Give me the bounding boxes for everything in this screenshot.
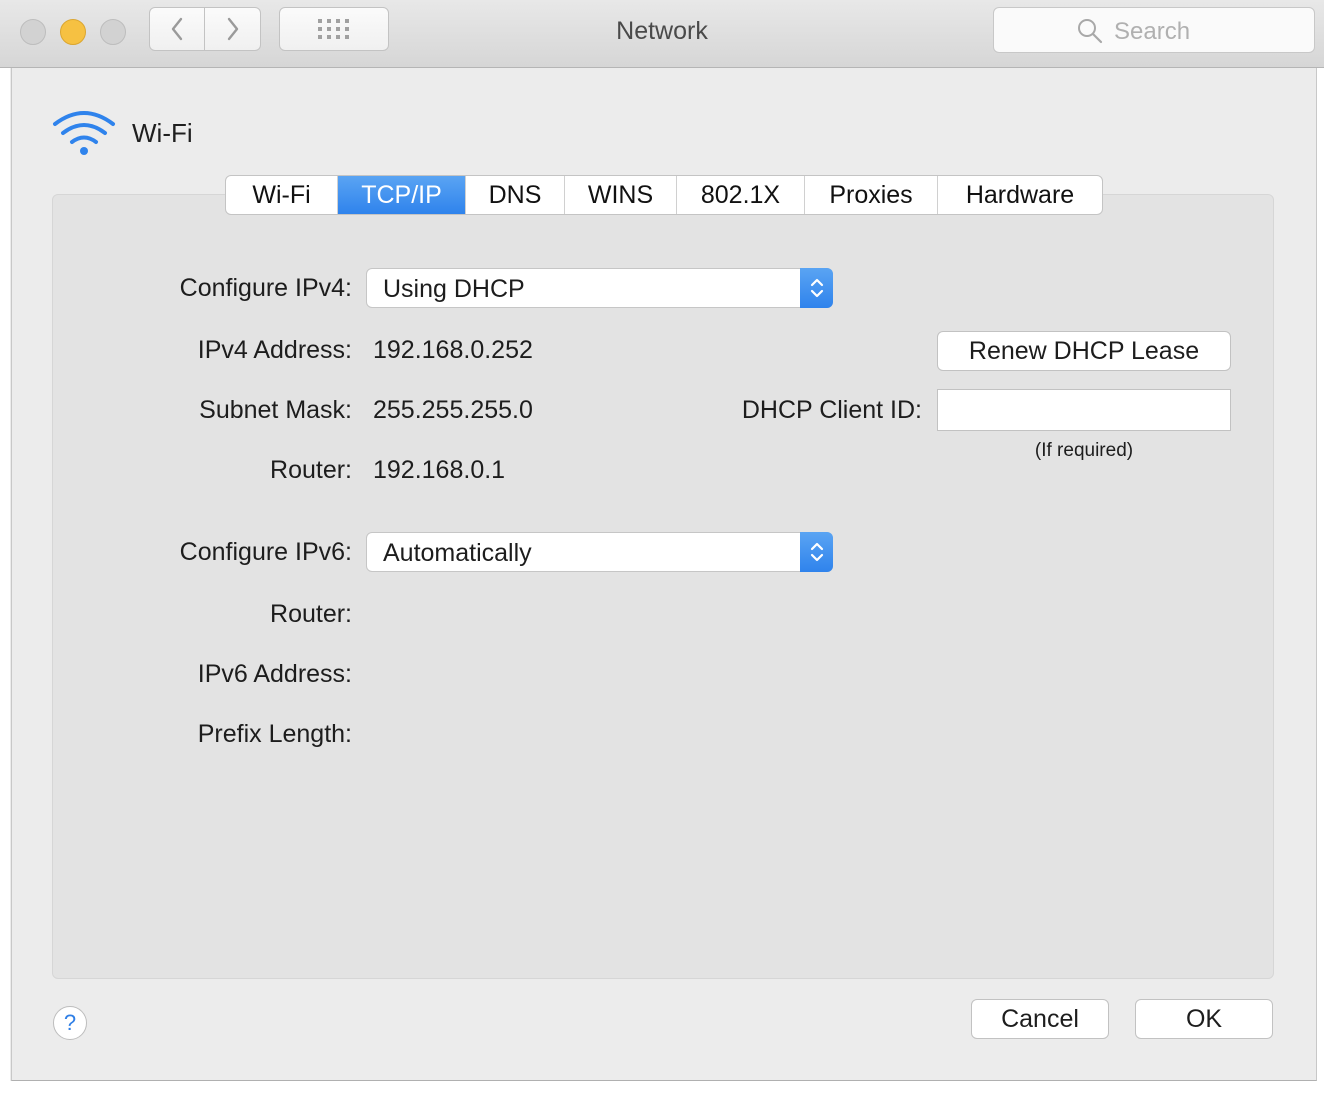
wifi-icon <box>53 111 115 155</box>
ipv4-router-value: 192.168.0.1 <box>373 456 506 484</box>
tab-tcpip[interactable]: TCP/IP <box>338 176 466 214</box>
settings-panel <box>52 194 1274 979</box>
title-bar: Network Search <box>0 0 1324 68</box>
cancel-button[interactable]: Cancel <box>971 999 1109 1039</box>
configure-ipv4-popup[interactable]: Using DHCP <box>366 268 833 308</box>
subnet-mask-label: Subnet Mask: <box>199 396 352 424</box>
page-margin-bottom <box>0 1081 1324 1098</box>
dhcp-client-id-label: DHCP Client ID: <box>741 396 922 424</box>
popup-stepper <box>800 532 833 572</box>
configure-ipv6-label: Configure IPv6: <box>179 538 352 566</box>
page-margin-left <box>0 68 10 1098</box>
ipv4-address-value: 192.168.0.252 <box>373 336 533 364</box>
help-button[interactable]: ? <box>53 1006 87 1040</box>
ipv4-address-label: IPv4 Address: <box>197 336 352 364</box>
ipv4-router-label: Router: <box>270 456 352 484</box>
search-placeholder: Search <box>1114 18 1191 45</box>
tab-bar: Wi-Fi TCP/IP DNS WINS 802.1X Proxies Har… <box>225 175 1103 215</box>
search-field[interactable]: Search <box>993 7 1315 53</box>
ipv6-address-label: IPv6 Address: <box>197 660 352 688</box>
tab-hardware[interactable]: Hardware <box>938 176 1102 214</box>
tab-8021x[interactable]: 802.1X <box>677 176 805 214</box>
renew-dhcp-lease-button[interactable]: Renew DHCP Lease <box>937 331 1231 371</box>
configure-ipv4-value: Using DHCP <box>383 275 525 303</box>
tab-dns[interactable]: DNS <box>466 176 565 214</box>
subnet-mask-value: 255.255.255.0 <box>373 396 533 424</box>
configure-ipv4-label: Configure IPv4: <box>179 274 352 302</box>
dhcp-client-id-hint: (If required) <box>1034 440 1134 461</box>
configure-ipv6-value: Automatically <box>383 539 532 567</box>
interface-name: Wi-Fi <box>132 118 193 148</box>
ipv6-router-label: Router: <box>270 600 352 628</box>
updown-chevron-icon <box>810 278 823 298</box>
search-icon <box>1078 19 1103 44</box>
prefix-length-label: Prefix Length: <box>197 720 352 748</box>
tab-wins[interactable]: WINS <box>565 176 677 214</box>
tab-proxies[interactable]: Proxies <box>805 176 938 214</box>
tab-wifi[interactable]: Wi-Fi <box>226 176 338 214</box>
ok-button[interactable]: OK <box>1135 999 1273 1039</box>
page-margin-right <box>1316 68 1324 1098</box>
updown-chevron-icon <box>810 542 823 562</box>
dhcp-client-id-field[interactable] <box>937 389 1231 431</box>
configure-ipv6-popup[interactable]: Automatically <box>366 532 833 572</box>
popup-stepper <box>800 268 833 308</box>
